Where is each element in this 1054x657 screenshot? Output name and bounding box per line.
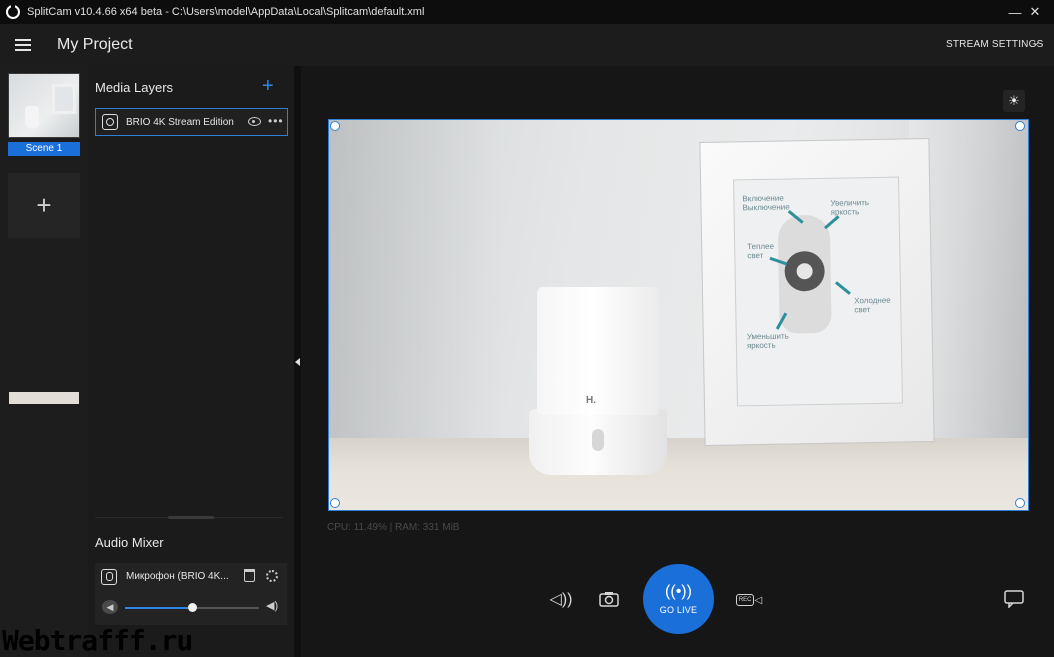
performance-stats: CPU: 11.49% | RAM: 331 MiB bbox=[327, 522, 460, 533]
humidifier-logo: H. bbox=[586, 395, 596, 406]
volume-thumb[interactable] bbox=[188, 603, 197, 612]
broadcast-icon: ((•)) bbox=[665, 583, 692, 600]
add-layer-button[interactable]: + bbox=[262, 75, 274, 98]
media-layers-title: Media Layers bbox=[95, 80, 174, 95]
label-brighter: Увеличить яркость bbox=[830, 198, 870, 217]
camera-snapshot-icon[interactable] bbox=[598, 588, 620, 610]
shelf bbox=[329, 438, 1028, 510]
speaker-icon: ◀) bbox=[266, 600, 279, 612]
add-scene-button[interactable]: + bbox=[8, 173, 80, 238]
app-header: My Project STREAM SETTINGS ⌄ bbox=[0, 24, 1054, 66]
volume-icon[interactable]: ◁)) bbox=[548, 588, 574, 610]
resize-handle[interactable] bbox=[168, 516, 214, 519]
close-button[interactable]: ✕ bbox=[1016, 0, 1054, 24]
humidifier: H. bbox=[529, 287, 667, 475]
window-title: SplitCam v10.4.66 x64 beta - C:\Users\mo… bbox=[27, 6, 425, 18]
resize-handle-top-right[interactable] bbox=[1015, 121, 1025, 131]
watermark: Webtrafff.ru bbox=[2, 624, 193, 657]
collapse-arrow-icon[interactable] bbox=[295, 358, 300, 366]
eye-icon[interactable] bbox=[248, 117, 261, 126]
layer-name: BRIO 4K Stream Edition bbox=[126, 116, 234, 128]
title-bar: SplitCam v10.4.66 x64 beta - C:\Users\mo… bbox=[0, 0, 1054, 24]
go-live-label: GO LIVE bbox=[659, 605, 698, 615]
trash-icon[interactable] bbox=[244, 569, 255, 582]
audio-device-name: Микрофон (BRIO 4K... bbox=[126, 571, 229, 582]
chat-icon[interactable] bbox=[1003, 588, 1027, 610]
mute-icon[interactable]: ◀ bbox=[102, 600, 118, 614]
volume-slider[interactable] bbox=[125, 603, 259, 612]
record-button[interactable]: REC ◁ bbox=[735, 590, 762, 610]
panel-splitter[interactable] bbox=[294, 66, 301, 657]
resize-handle-bottom-right[interactable] bbox=[1015, 498, 1025, 508]
picture-frame: Включение Выключение Увеличить яркость Т… bbox=[699, 138, 935, 446]
resize-handle-bottom-left[interactable] bbox=[330, 498, 340, 508]
scene-label[interactable]: Scene 1 bbox=[8, 142, 80, 156]
brightness-icon[interactable]: ☀ bbox=[1003, 90, 1025, 112]
microphone-icon bbox=[101, 569, 117, 585]
menu-icon[interactable] bbox=[15, 39, 31, 51]
scene-thumbnail[interactable] bbox=[8, 73, 80, 404]
layer-item[interactable]: BRIO 4K Stream Edition ••• bbox=[95, 108, 288, 136]
audio-item: Микрофон (BRIO 4K... ◀ ◀) bbox=[95, 563, 287, 625]
label-on-off: Включение Выключение bbox=[742, 193, 790, 213]
splitcam-logo-icon bbox=[6, 4, 20, 19]
rec-icon: REC bbox=[735, 594, 755, 606]
audio-mixer-title: Audio Mixer bbox=[95, 535, 164, 550]
webcam-icon bbox=[102, 114, 118, 130]
project-title: My Project bbox=[57, 36, 133, 53]
label-cold: Холоднее свет bbox=[854, 295, 891, 315]
gear-icon[interactable] bbox=[266, 570, 278, 582]
label-dimmer: Уменьшить яркость bbox=[746, 331, 789, 351]
chevron-down-icon[interactable]: ⌄ bbox=[1032, 37, 1040, 48]
volume-fill bbox=[125, 607, 192, 609]
stream-settings-button[interactable]: STREAM SETTINGS bbox=[946, 39, 1043, 50]
go-live-button[interactable]: ((•)) GO LIVE bbox=[643, 564, 714, 634]
camera-preview[interactable]: Включение Выключение Увеличить яркость Т… bbox=[328, 119, 1029, 511]
resize-handle-top-left[interactable] bbox=[330, 121, 340, 131]
scenes-panel: Scene 1 + bbox=[0, 66, 88, 657]
media-layers-panel: Media Layers + BRIO 4K Stream Edition ••… bbox=[88, 66, 294, 657]
more-options-icon[interactable]: ••• bbox=[268, 114, 284, 128]
